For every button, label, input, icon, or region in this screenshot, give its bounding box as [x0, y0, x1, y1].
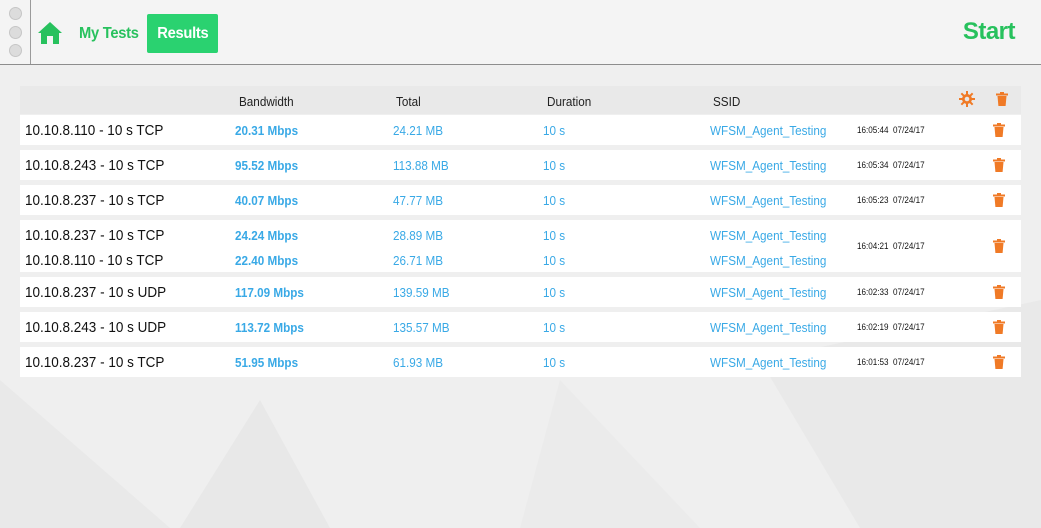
date-text: 07/24/17 — [893, 287, 925, 297]
date-text: 07/24/17 — [893, 241, 925, 251]
test-name: 10.10.8.110 - 10 s TCP — [25, 122, 164, 139]
total-value: 24.21 MB — [393, 123, 444, 138]
timestamp: 16:02:19 07/24/17 — [857, 322, 925, 332]
test-name: 10.10.8.237 - 10 s TCP — [25, 192, 165, 209]
column-header-total: Total — [396, 94, 421, 109]
bandwidth-value: 113.72 Mbps — [235, 320, 304, 335]
total-value: 47.77 MB — [393, 193, 444, 208]
time-text: 16:05:23 — [857, 195, 889, 205]
ssid-link[interactable]: WFSM_Agent_Testing — [710, 285, 826, 300]
bandwidth-value: 24.24 Mbps — [235, 228, 299, 243]
ssid-link[interactable]: WFSM_Agent_Testing — [710, 193, 826, 208]
total-value: 113.88 MB — [393, 158, 449, 173]
date-text: 07/24/17 — [893, 195, 925, 205]
duration-value: 10 s — [543, 320, 566, 335]
trash-icon[interactable] — [993, 355, 1005, 369]
result-group[interactable]: 10.10.8.237 - 10 s TCP 51.95 Mbps 61.93 … — [20, 347, 1021, 377]
column-header-ssid: SSID — [713, 94, 741, 109]
duration-value: 10 s — [543, 253, 566, 268]
duration-value: 10 s — [543, 355, 566, 370]
result-group[interactable]: 10.10.8.243 - 10 s TCP 95.52 Mbps 113.88… — [20, 150, 1021, 180]
timestamp: 16:05:23 07/24/17 — [857, 195, 925, 205]
ssid-link[interactable]: WFSM_Agent_Testing — [710, 158, 826, 173]
duration-value: 10 s — [543, 285, 566, 300]
timestamp: 16:05:44 07/24/17 — [857, 125, 925, 135]
bandwidth-value: 51.95 Mbps — [235, 355, 299, 370]
result-group[interactable]: 10.10.8.243 - 10 s UDP 113.72 Mbps 135.5… — [20, 312, 1021, 342]
home-icon[interactable] — [37, 21, 63, 45]
trash-icon[interactable] — [993, 285, 1005, 299]
nav-results-tab[interactable]: Results — [147, 14, 218, 53]
bandwidth-value: 40.07 Mbps — [235, 193, 299, 208]
timestamp: 16:04:21 07/24/17 — [857, 241, 925, 251]
time-text: 16:05:34 — [857, 160, 889, 170]
nav-results-label: Results — [156, 25, 209, 42]
top-bar: My Tests Results Start — [0, 0, 1041, 65]
test-name: 10.10.8.237 - 10 s TCP — [25, 227, 165, 244]
test-name: 10.10.8.243 - 10 s TCP — [25, 157, 165, 174]
trash-icon[interactable] — [993, 158, 1005, 172]
ssid-link[interactable]: WFSM_Agent_Testing — [710, 228, 826, 243]
trash-icon[interactable] — [996, 92, 1008, 106]
test-name: 10.10.8.237 - 10 s UDP — [25, 284, 167, 301]
duration-value: 10 s — [543, 158, 566, 173]
timestamp: 16:01:53 07/24/17 — [857, 357, 925, 367]
ssid-link[interactable]: WFSM_Agent_Testing — [710, 355, 826, 370]
date-text: 07/24/17 — [893, 160, 925, 170]
bandwidth-value: 20.31 Mbps — [235, 123, 299, 138]
test-name: 10.10.8.243 - 10 s UDP — [25, 319, 167, 336]
date-text: 07/24/17 — [893, 322, 925, 332]
results-table-header: Bandwidth Total Duration SSID — [20, 86, 1021, 114]
result-group[interactable]: 10.10.8.110 - 10 s TCP 20.31 Mbps 24.21 … — [20, 115, 1021, 145]
bandwidth-value: 95.52 Mbps — [235, 158, 299, 173]
duration-value: 10 s — [543, 123, 566, 138]
test-name: 10.10.8.110 - 10 s TCP — [25, 252, 164, 269]
total-value: 26.71 MB — [393, 253, 444, 268]
result-group[interactable]: 10.10.8.237 - 10 s TCP 40.07 Mbps 47.77 … — [20, 185, 1021, 215]
window-control-dot[interactable] — [9, 26, 22, 39]
trash-icon[interactable] — [993, 193, 1005, 207]
timestamp: 16:02:33 07/24/17 — [857, 287, 925, 297]
gear-icon[interactable] — [959, 91, 975, 107]
column-header-duration: Duration — [547, 94, 592, 109]
window-controls — [0, 0, 31, 64]
total-value: 28.89 MB — [393, 228, 444, 243]
start-button[interactable]: Start — [963, 18, 1016, 46]
trash-icon[interactable] — [993, 123, 1005, 137]
ssid-link[interactable]: WFSM_Agent_Testing — [710, 123, 826, 138]
time-text: 16:04:21 — [857, 241, 889, 251]
trash-icon[interactable] — [993, 320, 1005, 334]
time-text: 16:02:19 — [857, 322, 889, 332]
column-header-bandwidth: Bandwidth — [239, 94, 294, 109]
ssid-link[interactable]: WFSM_Agent_Testing — [710, 320, 826, 335]
result-group[interactable]: 10.10.8.237 - 10 s TCP 24.24 Mbps 28.89 … — [20, 220, 1021, 272]
ssid-link[interactable]: WFSM_Agent_Testing — [710, 253, 826, 268]
window-control-dot[interactable] — [9, 44, 22, 57]
total-value: 61.93 MB — [393, 355, 444, 370]
time-text: 16:05:44 — [857, 125, 889, 135]
time-text: 16:01:53 — [857, 357, 889, 367]
test-name: 10.10.8.237 - 10 s TCP — [25, 354, 165, 371]
date-text: 07/24/17 — [893, 125, 925, 135]
nav-my-tests[interactable]: My Tests — [79, 14, 139, 53]
time-text: 16:02:33 — [857, 287, 889, 297]
bandwidth-value: 22.40 Mbps — [235, 253, 299, 268]
date-text: 07/24/17 — [893, 357, 925, 367]
timestamp: 16:05:34 07/24/17 — [857, 160, 925, 170]
total-value: 139.59 MB — [393, 285, 450, 300]
trash-icon[interactable] — [993, 239, 1005, 253]
duration-value: 10 s — [543, 228, 566, 243]
total-value: 135.57 MB — [393, 320, 450, 335]
result-group[interactable]: 10.10.8.237 - 10 s UDP 117.09 Mbps 139.5… — [20, 277, 1021, 307]
window-control-dot[interactable] — [9, 7, 22, 20]
bandwidth-value: 117.09 Mbps — [235, 285, 304, 300]
duration-value: 10 s — [543, 193, 566, 208]
